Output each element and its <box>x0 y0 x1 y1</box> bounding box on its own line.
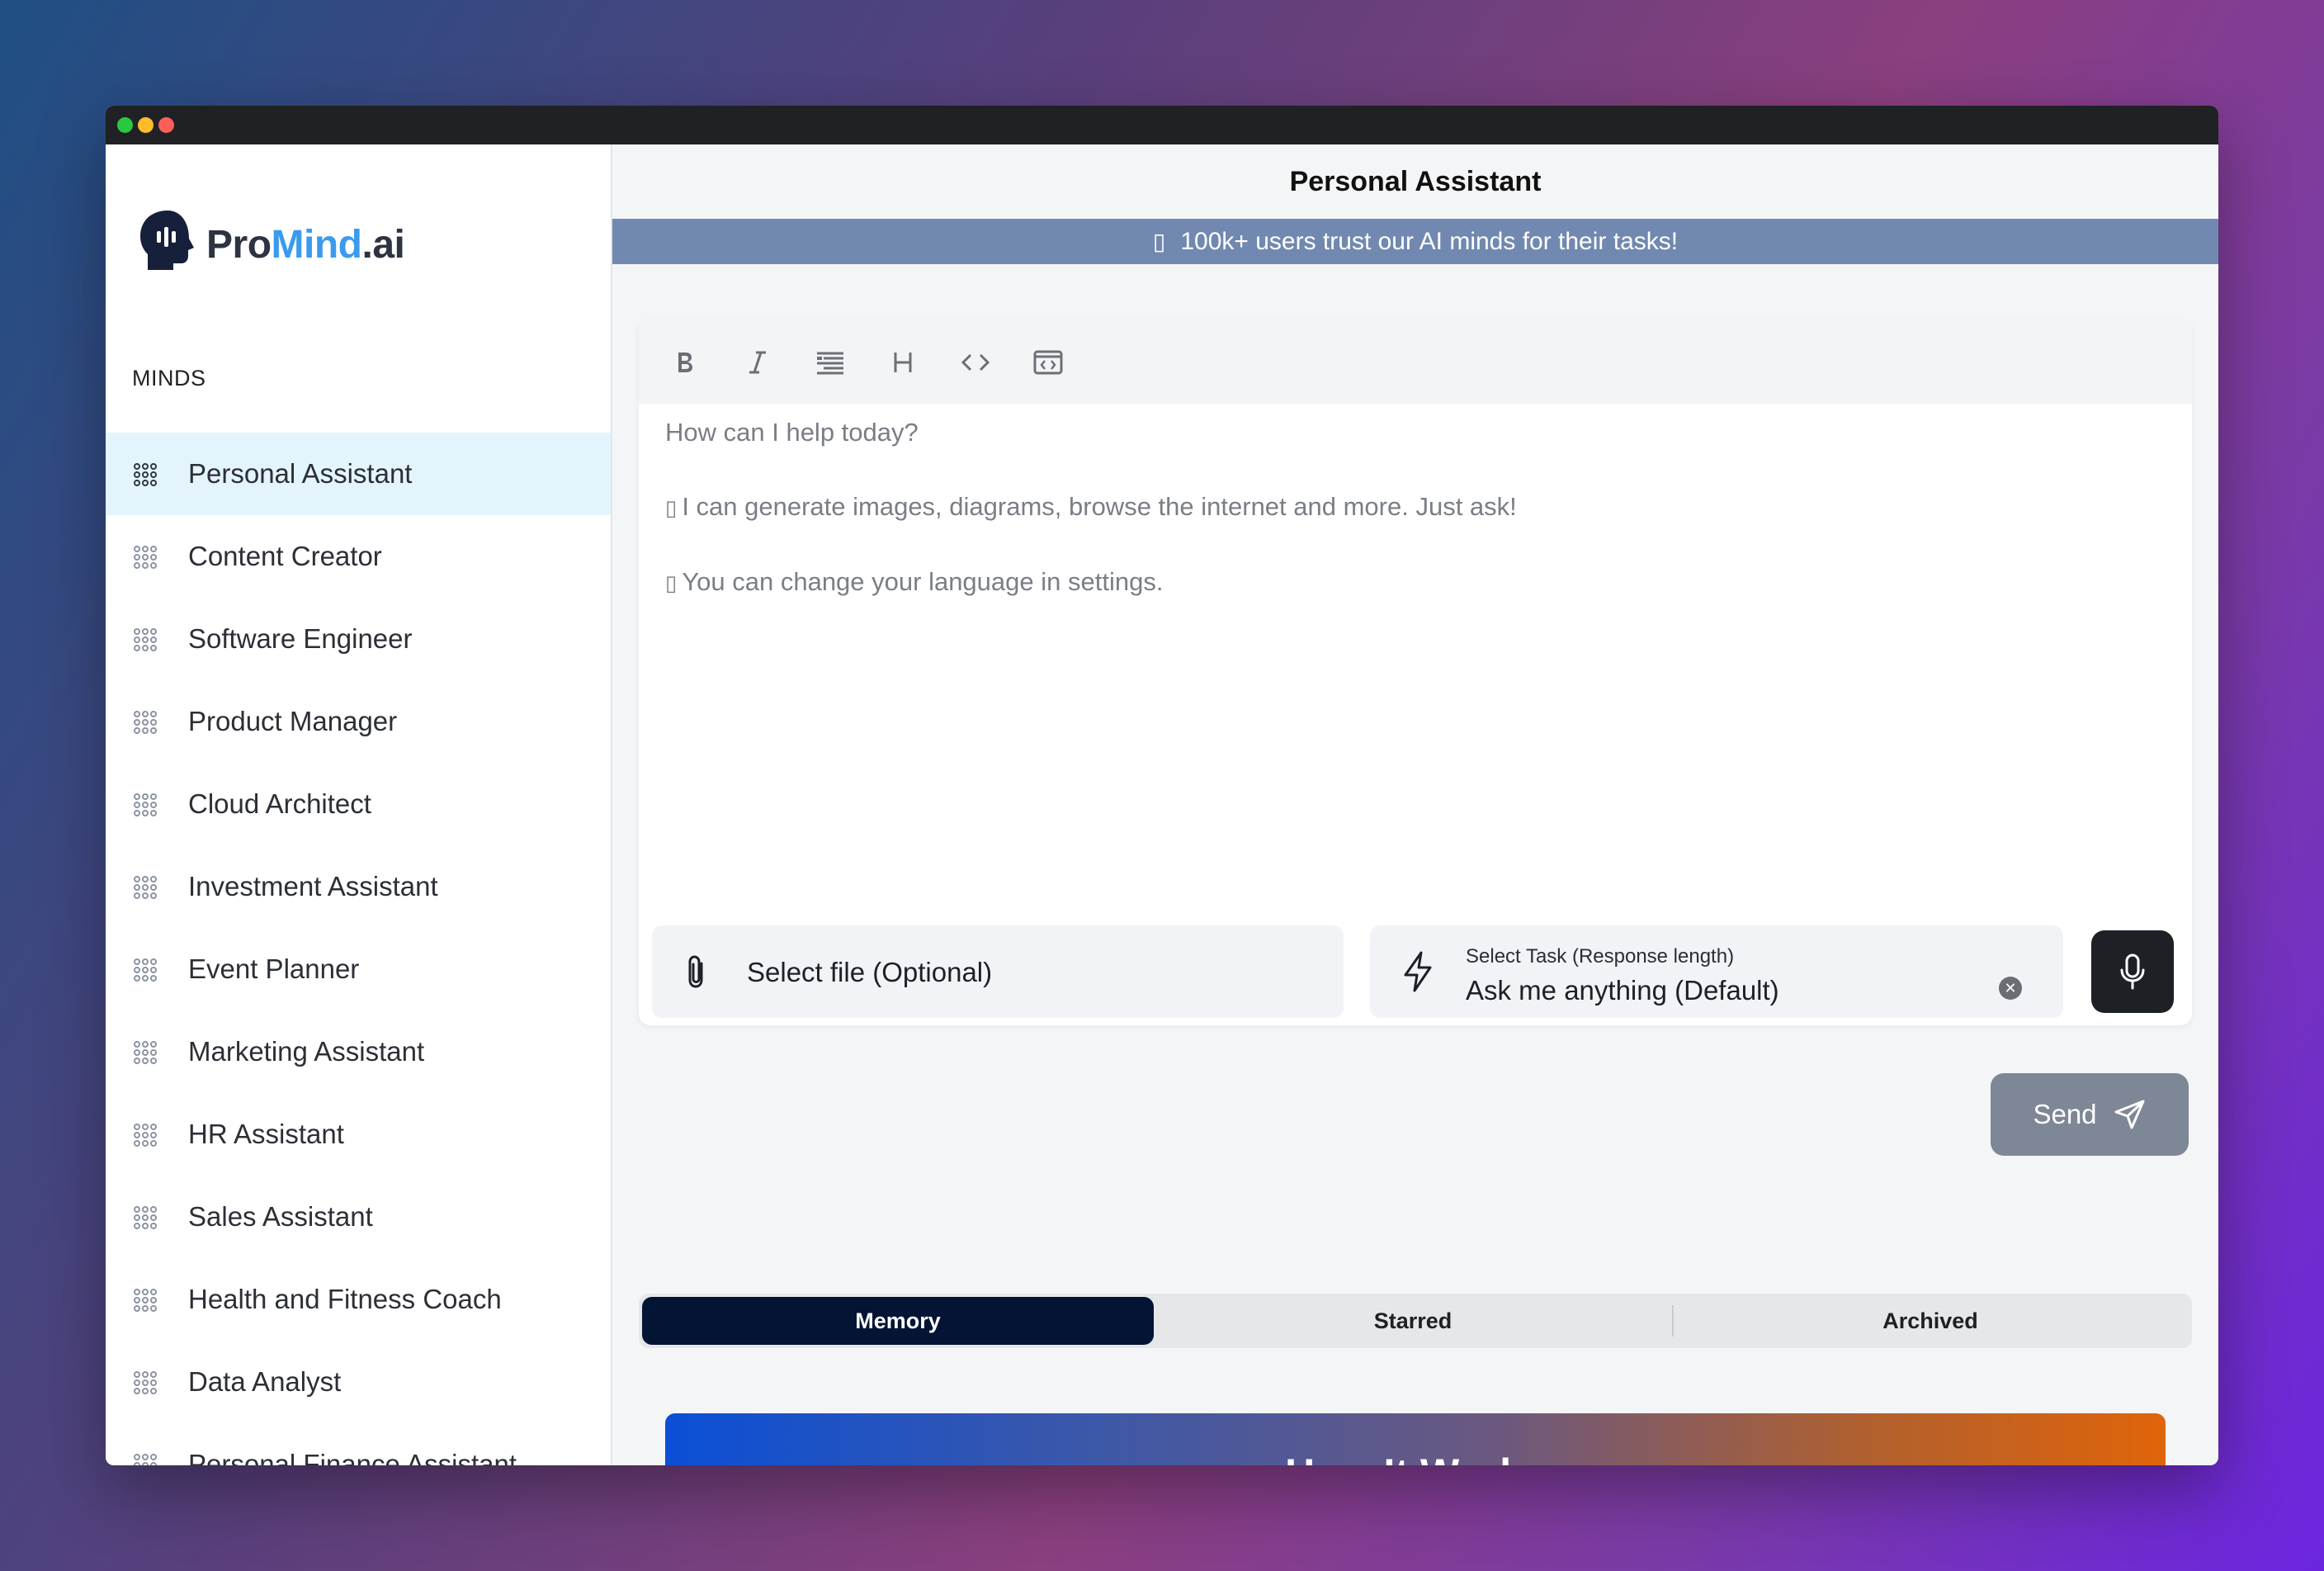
bold-icon[interactable] <box>667 344 703 381</box>
tab-archived[interactable]: Archived <box>1672 1297 2189 1345</box>
sidebar-item-personal-finance-assistant[interactable]: Personal Finance Assistant <box>106 1423 611 1465</box>
sidebar-item-cloud-architect[interactable]: Cloud Architect <box>106 763 611 845</box>
sidebar-item-marketing-assistant[interactable]: Marketing Assistant <box>106 1010 611 1093</box>
tab-memory[interactable]: Memory <box>642 1297 1154 1345</box>
grid-icon <box>134 1041 157 1064</box>
grid-icon <box>134 1206 157 1229</box>
italic-icon[interactable] <box>739 344 776 381</box>
minds-section-title: MINDS <box>132 366 206 390</box>
clear-icon[interactable]: ✕ <box>1999 977 2022 1000</box>
editor-placeholder: How can I help today? ▯ I can generate im… <box>665 417 1517 641</box>
grid-icon <box>134 1289 157 1312</box>
sidebar-item-label: Cloud Architect <box>188 788 371 819</box>
sidebar-item-label: Health and Fitness Coach <box>188 1284 502 1314</box>
hint-icon: ▯ <box>665 495 678 520</box>
sidebar-item-label: Content Creator <box>188 541 382 571</box>
placeholder-line-1: How can I help today? <box>665 418 919 447</box>
placeholder-line-2: ▯ I can generate images, diagrams, browse… <box>665 492 1517 521</box>
sidebar-item-label: Marketing Assistant <box>188 1036 425 1067</box>
sidebar-item-label: Data Analyst <box>188 1366 342 1397</box>
grid-icon <box>134 463 157 486</box>
history-tabs: Memory Starred Archived <box>639 1294 2192 1348</box>
send-icon <box>2114 1100 2145 1129</box>
banner-text: 100k+ users trust our AI minds for their… <box>1180 227 1679 255</box>
head-logo-icon <box>140 211 194 270</box>
trust-banner: ▯ 100k+ users trust our AI minds for the… <box>612 219 2218 264</box>
sidebar-item-label: Sales Assistant <box>188 1201 373 1232</box>
grid-icon <box>134 1454 157 1465</box>
lightning-icon <box>1401 950 1434 997</box>
grid-icon <box>134 793 157 816</box>
grid-icon <box>134 876 157 899</box>
sidebar-item-software-engineer[interactable]: Software Engineer <box>106 598 611 680</box>
grid-icon <box>134 711 157 734</box>
logo-text: ProMind.ai <box>206 223 405 267</box>
app-window: ProMind.ai MINDS Personal Assistant Conte… <box>106 106 2218 1465</box>
sidebar-item-label: Event Planner <box>188 953 360 984</box>
page-title: Personal Assistant <box>1289 165 1542 197</box>
banner-icon: ▯ <box>1152 229 1166 254</box>
sidebar-item-label: Investment Assistant <box>188 871 438 901</box>
task-select-value: Ask me anything (Default) <box>1466 975 1779 1006</box>
sidebar-item-health-and-fitness-coach[interactable]: Health and Fitness Coach <box>106 1258 611 1341</box>
task-select-label: Select Task (Response length) <box>1466 945 1735 968</box>
send-button[interactable]: Send <box>1991 1073 2189 1156</box>
task-select-dropdown[interactable]: Select Task (Response length) Ask me any… <box>1370 925 2063 1018</box>
prompt-editor[interactable]: How can I help today? ▯ I can generate im… <box>639 319 2192 1025</box>
grid-icon <box>134 628 157 651</box>
sidebar-item-product-manager[interactable]: Product Manager <box>106 680 611 763</box>
code-block-icon[interactable] <box>1030 344 1066 381</box>
sidebar-item-data-analyst[interactable]: Data Analyst <box>106 1341 611 1423</box>
sidebar-item-label: HR Assistant <box>188 1119 344 1149</box>
file-select-button[interactable]: Select file (Optional) <box>652 925 1344 1018</box>
microphone-button[interactable] <box>2091 930 2174 1013</box>
how-it-works-title: How It Works <box>665 1450 2166 1465</box>
grid-icon <box>134 958 157 982</box>
file-select-label: Select file (Optional) <box>747 957 993 987</box>
sidebar-item-hr-assistant[interactable]: HR Assistant <box>106 1093 611 1176</box>
sidebar-item-investment-assistant[interactable]: Investment Assistant <box>106 845 611 928</box>
grid-icon <box>134 1124 157 1147</box>
editor-toolbar <box>639 319 2192 404</box>
sidebar-item-personal-assistant[interactable]: Personal Assistant <box>106 433 611 515</box>
paperclip-icon <box>683 953 708 994</box>
window-minimize-button[interactable] <box>138 117 154 133</box>
window-maximize-button[interactable] <box>117 117 133 133</box>
window-titlebar <box>106 106 2218 144</box>
sidebar-item-event-planner[interactable]: Event Planner <box>106 928 611 1010</box>
strikethrough-icon[interactable] <box>812 344 848 381</box>
tab-starred[interactable]: Starred <box>1154 1297 1672 1345</box>
placeholder-line-3: ▯ You can change your language in setting… <box>665 567 1164 596</box>
sidebar-item-label: Personal Assistant <box>188 458 413 489</box>
sidebar-item-label: Software Engineer <box>188 623 413 654</box>
sidebar-item-sales-assistant[interactable]: Sales Assistant <box>106 1176 611 1258</box>
minds-list: Personal Assistant Content Creator Softwar… <box>106 433 611 1465</box>
sidebar: ProMind.ai MINDS Personal Assistant Conte… <box>106 144 612 1465</box>
grid-icon <box>134 546 157 569</box>
heading-icon[interactable] <box>885 344 921 381</box>
hint-icon: ▯ <box>665 570 678 595</box>
microphone-icon <box>2120 953 2145 990</box>
window-close-button[interactable] <box>158 117 174 133</box>
send-label: Send <box>2033 1099 2097 1129</box>
sidebar-item-content-creator[interactable]: Content Creator <box>106 515 611 598</box>
grid-icon <box>134 1371 157 1394</box>
main-panel: Personal Assistant ▯ 100k+ users trust o… <box>612 144 2218 1465</box>
code-icon[interactable] <box>957 344 994 381</box>
sidebar-item-label: Personal Finance Assistant <box>188 1449 517 1465</box>
sidebar-item-label: Product Manager <box>188 706 398 736</box>
how-it-works-section: How It Works <box>665 1413 2166 1465</box>
